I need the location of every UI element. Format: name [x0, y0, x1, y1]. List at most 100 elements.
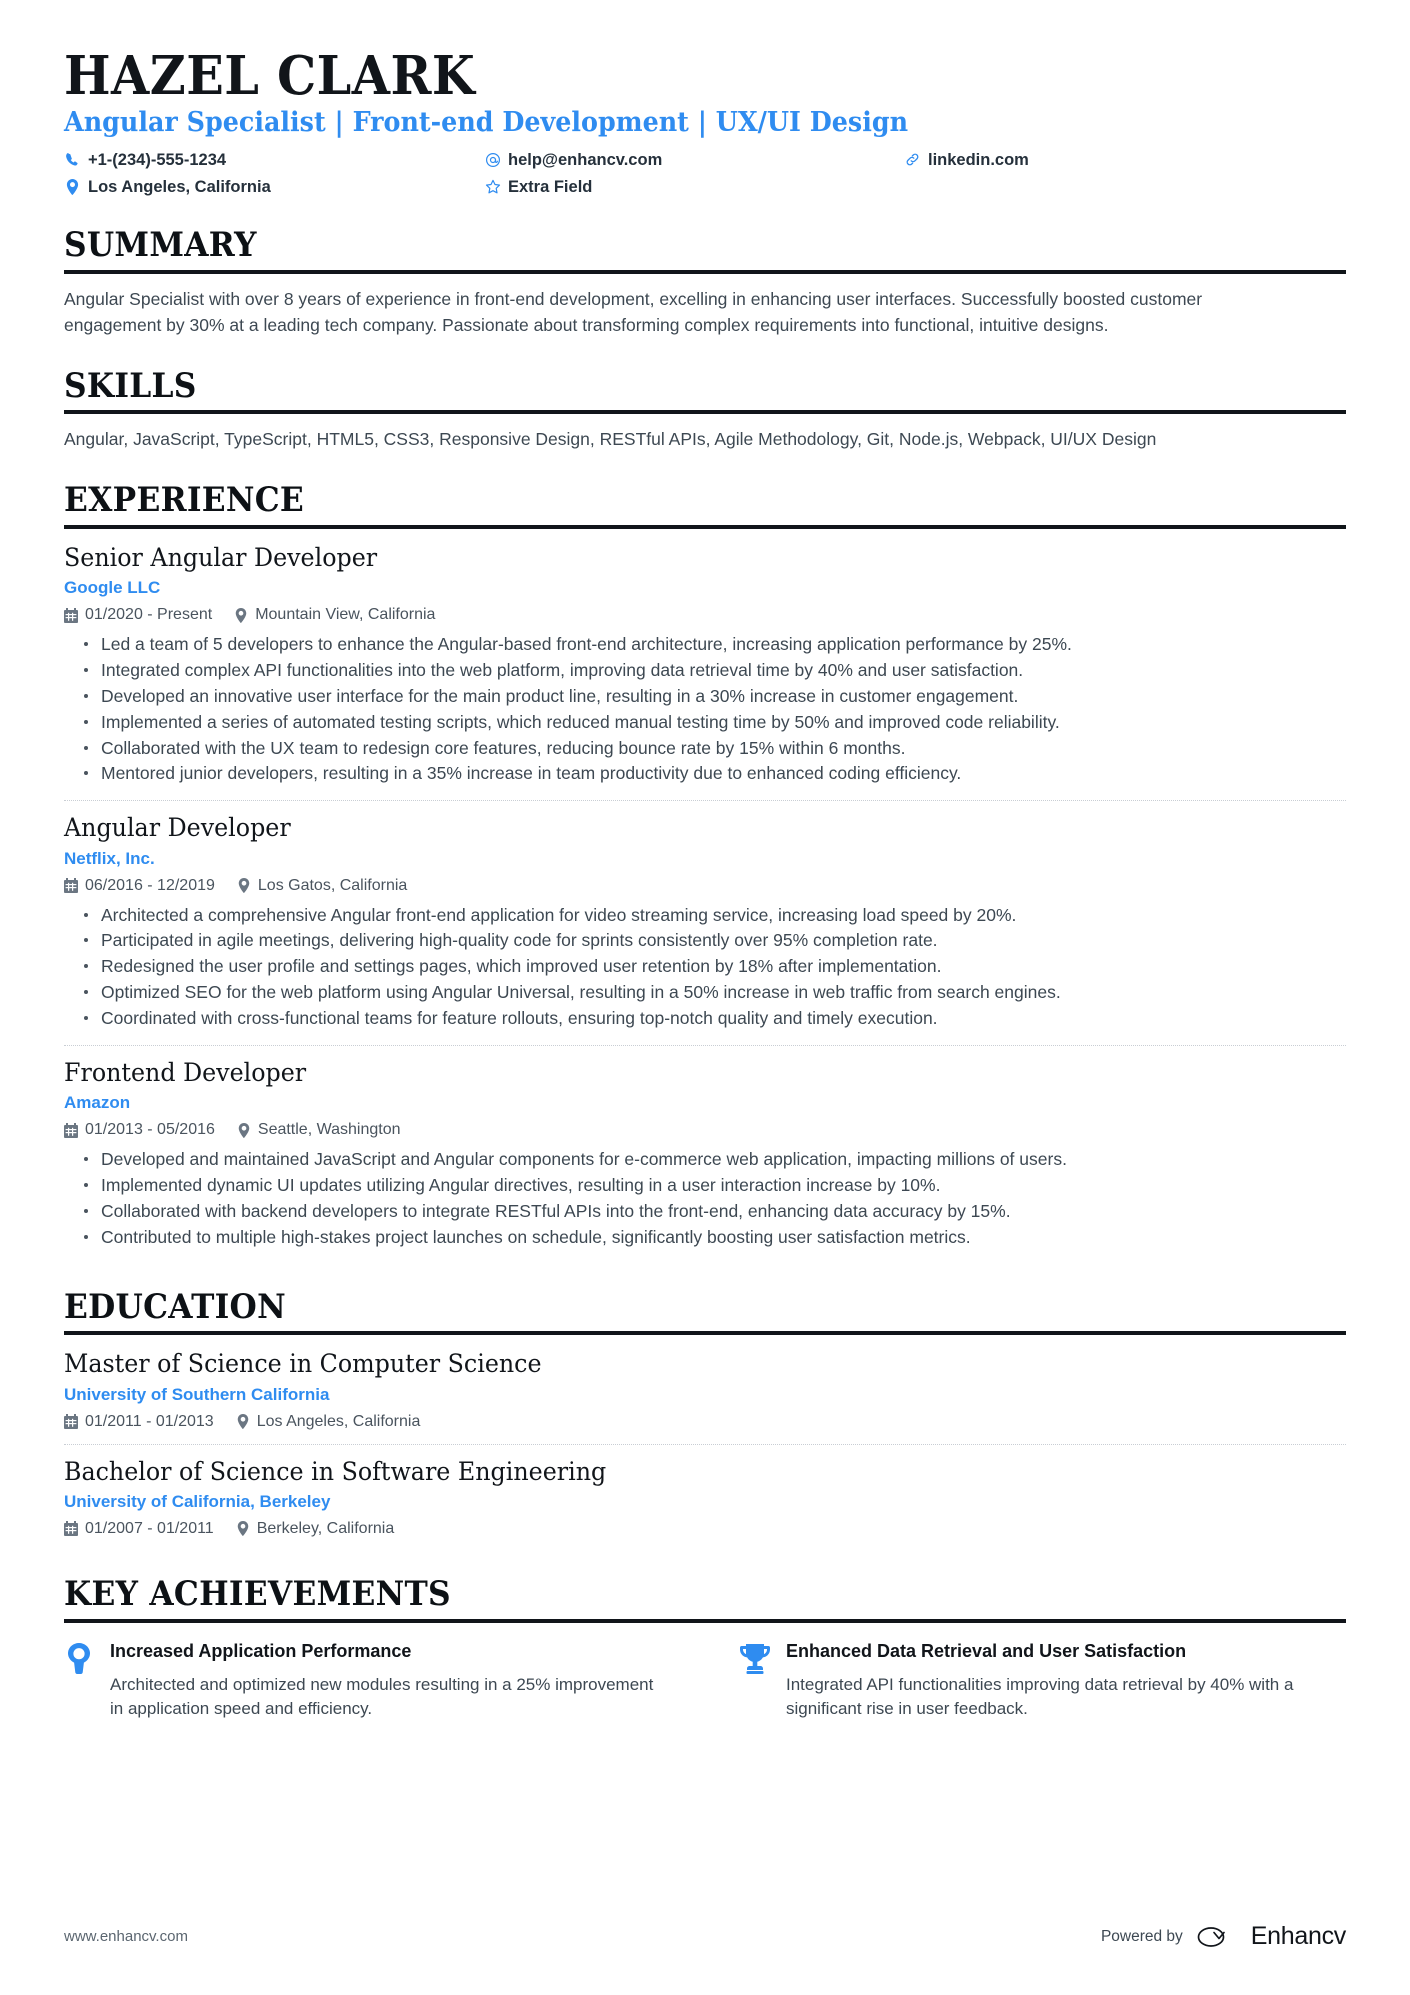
job-bullet: Collaborated with backend developers to … — [84, 1199, 1314, 1224]
location-pin-icon — [64, 179, 81, 196]
section-summary: SUMMARY Angular Specialist with over 8 y… — [64, 225, 1346, 338]
section-summary-title: SUMMARY — [64, 225, 257, 266]
job-title: Frontend Developer — [64, 1057, 307, 1087]
school-name[interactable]: University of Southern California — [64, 1384, 1346, 1406]
entry-meta: 01/2007 - 01/2011 Berkeley, California — [64, 1520, 1346, 1538]
calendar-icon — [64, 1414, 78, 1430]
job-bullets: Architected a comprehensive Angular fron… — [64, 903, 1346, 1031]
entry-location: Mountain View, California — [234, 606, 435, 624]
section-achievements-title: KEY ACHIEVEMENTS — [64, 1573, 451, 1614]
phone-icon — [64, 151, 81, 168]
enhancv-logo[interactable]: Enhancv — [1197, 1922, 1346, 1951]
trophy-icon — [740, 1640, 786, 1674]
company-name[interactable]: Netflix, Inc. — [64, 848, 1346, 870]
section-experience-title: EXPERIENCE — [64, 480, 305, 521]
job-bullet: Integrated complex API functionalities i… — [84, 658, 1314, 683]
job-bullet: Collaborated with the UX team to redesig… — [84, 736, 1314, 761]
job-bullet: Contributed to multiple high-stakes proj… — [84, 1225, 1314, 1250]
enhancv-wordmark: Enhancv — [1250, 1922, 1347, 1950]
calendar-icon — [64, 878, 78, 894]
achievement-body: Increased Application Performance Archite… — [110, 1640, 670, 1722]
degree-title: Master of Science in Computer Science — [64, 1349, 542, 1379]
location-pin-icon — [237, 878, 251, 894]
job-bullet: Participated in agile meetings, deliveri… — [84, 928, 1314, 953]
lightbulb-pin-icon — [64, 1640, 110, 1676]
location-pin-icon — [236, 1521, 250, 1537]
entry-location-text: Los Angeles, California — [256, 1412, 421, 1430]
skills-text: Angular, JavaScript, TypeScript, HTML5, … — [64, 429, 1157, 450]
powered-by-label: Powered by — [1100, 1927, 1183, 1945]
entry-dates-text: 01/2011 - 01/2013 — [85, 1412, 214, 1430]
job-bullet: Coordinated with cross-functional teams … — [84, 1006, 1314, 1031]
job-title: Senior Angular Developer — [64, 542, 378, 572]
education-entry: Bachelor of Science in Software Engineer… — [64, 1443, 1346, 1547]
star-icon — [484, 179, 501, 196]
entry-location-text: Mountain View, California — [255, 606, 436, 624]
job-bullet: Redesigned the user profile and settings… — [84, 954, 1314, 979]
entry-meta: 01/2013 - 05/2016 Seattle, Washington — [64, 1121, 1346, 1139]
section-skills-title: SKILLS — [64, 365, 197, 406]
entry-location-text: Los Gatos, California — [257, 876, 408, 894]
footer-url[interactable]: www.enhancv.com — [64, 1928, 188, 1945]
email-icon — [484, 151, 501, 168]
achievement-title: Enhanced Data Retrieval and User Satisfa… — [786, 1640, 1187, 1661]
contact-extra-field-text: Extra Field — [508, 177, 593, 196]
entry-dates-text: 01/2007 - 01/2011 — [85, 1519, 214, 1537]
achievement-item: Increased Application Performance Archite… — [64, 1640, 670, 1722]
job-bullet: Implemented dynamic UI updates utilizing… — [84, 1173, 1314, 1198]
achievement-item: Enhanced Data Retrieval and User Satisfa… — [740, 1640, 1346, 1722]
job-bullets: Developed and maintained JavaScript and … — [64, 1147, 1346, 1249]
location-pin-icon — [236, 1414, 250, 1430]
experience-entry: Senior Angular Developer Google LLC 01/202… — [64, 542, 1346, 796]
section-education-title: EDUCATION — [64, 1286, 286, 1327]
contact-linkedin[interactable]: linkedin.com — [904, 149, 1346, 171]
page-footer: www.enhancv.com Powered by Enhancv — [64, 1922, 1346, 1951]
entry-dates: 01/2013 - 05/2016 — [64, 1121, 215, 1139]
location-pin-icon — [237, 1122, 251, 1138]
company-name[interactable]: Google LLC — [64, 577, 1346, 599]
company-name[interactable]: Amazon — [64, 1092, 1346, 1114]
contact-location[interactable]: Los Angeles, California — [64, 176, 484, 198]
contact-phone[interactable]: +1-(234)-555-1234 — [64, 149, 484, 171]
degree-title: Bachelor of Science in Software Engineer… — [64, 1456, 607, 1486]
job-bullets: Led a team of 5 developers to enhance th… — [64, 632, 1346, 786]
entry-dates: 01/2020 - Present — [64, 606, 212, 624]
calendar-icon — [64, 607, 78, 623]
contact-location-text: Los Angeles, California — [88, 177, 271, 196]
job-bullet: Implemented a series of automated testin… — [84, 710, 1314, 735]
entry-location: Los Gatos, California — [237, 877, 407, 895]
entry-dates: 01/2007 - 01/2011 — [64, 1520, 214, 1538]
achievement-title: Increased Application Performance — [110, 1640, 412, 1661]
entry-location: Berkeley, California — [236, 1520, 394, 1538]
section-achievements: KEY ACHIEVEMENTS Increased Application P… — [64, 1573, 1346, 1722]
powered-by-block: Powered by Enhancv — [1101, 1922, 1346, 1951]
job-bullet: Mentored junior developers, resulting in… — [84, 761, 1314, 786]
entry-location: Seattle, Washington — [237, 1121, 401, 1139]
achievement-description: Integrated API functionalities improving… — [786, 1675, 1294, 1719]
achievement-body: Enhanced Data Retrieval and User Satisfa… — [786, 1640, 1346, 1722]
entry-dates: 01/2011 - 01/2013 — [64, 1413, 214, 1431]
calendar-icon — [64, 1521, 78, 1537]
experience-entry: Angular Developer Netflix, Inc. 06/2016 - … — [64, 800, 1346, 1041]
entry-meta: 06/2016 - 12/2019 Los Gatos, California — [64, 877, 1346, 895]
contact-linkedin-text: linkedin.com — [928, 150, 1029, 169]
contact-email-text: help@enhancv.com — [508, 150, 663, 169]
entry-location-text: Seattle, Washington — [257, 1121, 401, 1139]
entry-dates-text: 06/2016 - 12/2019 — [85, 876, 215, 894]
calendar-icon — [64, 1122, 78, 1138]
job-bullet: Developed an innovative user interface f… — [84, 684, 1314, 709]
job-bullet: Optimized SEO for the web platform using… — [84, 980, 1314, 1005]
school-name[interactable]: University of California, Berkeley — [64, 1491, 1346, 1513]
resume-header: HAZEL CLARK Angular Specialist | Front-e… — [64, 47, 1346, 198]
job-bullet: Developed and maintained JavaScript and … — [84, 1147, 1314, 1172]
section-skills: SKILLS Angular, JavaScript, TypeScript, … — [64, 365, 1346, 454]
achievement-items: Increased Application Performance Archite… — [64, 1623, 1346, 1722]
experience-entries: Senior Angular Developer Google LLC 01/202… — [64, 529, 1346, 1260]
experience-entry: Frontend Developer Amazon 01/2013 - 05/201… — [64, 1044, 1346, 1260]
contact-extra-field[interactable]: Extra Field — [484, 176, 904, 198]
entry-location: Los Angeles, California — [236, 1412, 421, 1431]
contact-email[interactable]: help@enhancv.com — [484, 149, 904, 171]
link-icon — [904, 151, 921, 168]
entry-dates-text: 01/2013 - 05/2016 — [85, 1121, 215, 1139]
section-education: EDUCATION Master of Science in Computer … — [64, 1286, 1346, 1547]
